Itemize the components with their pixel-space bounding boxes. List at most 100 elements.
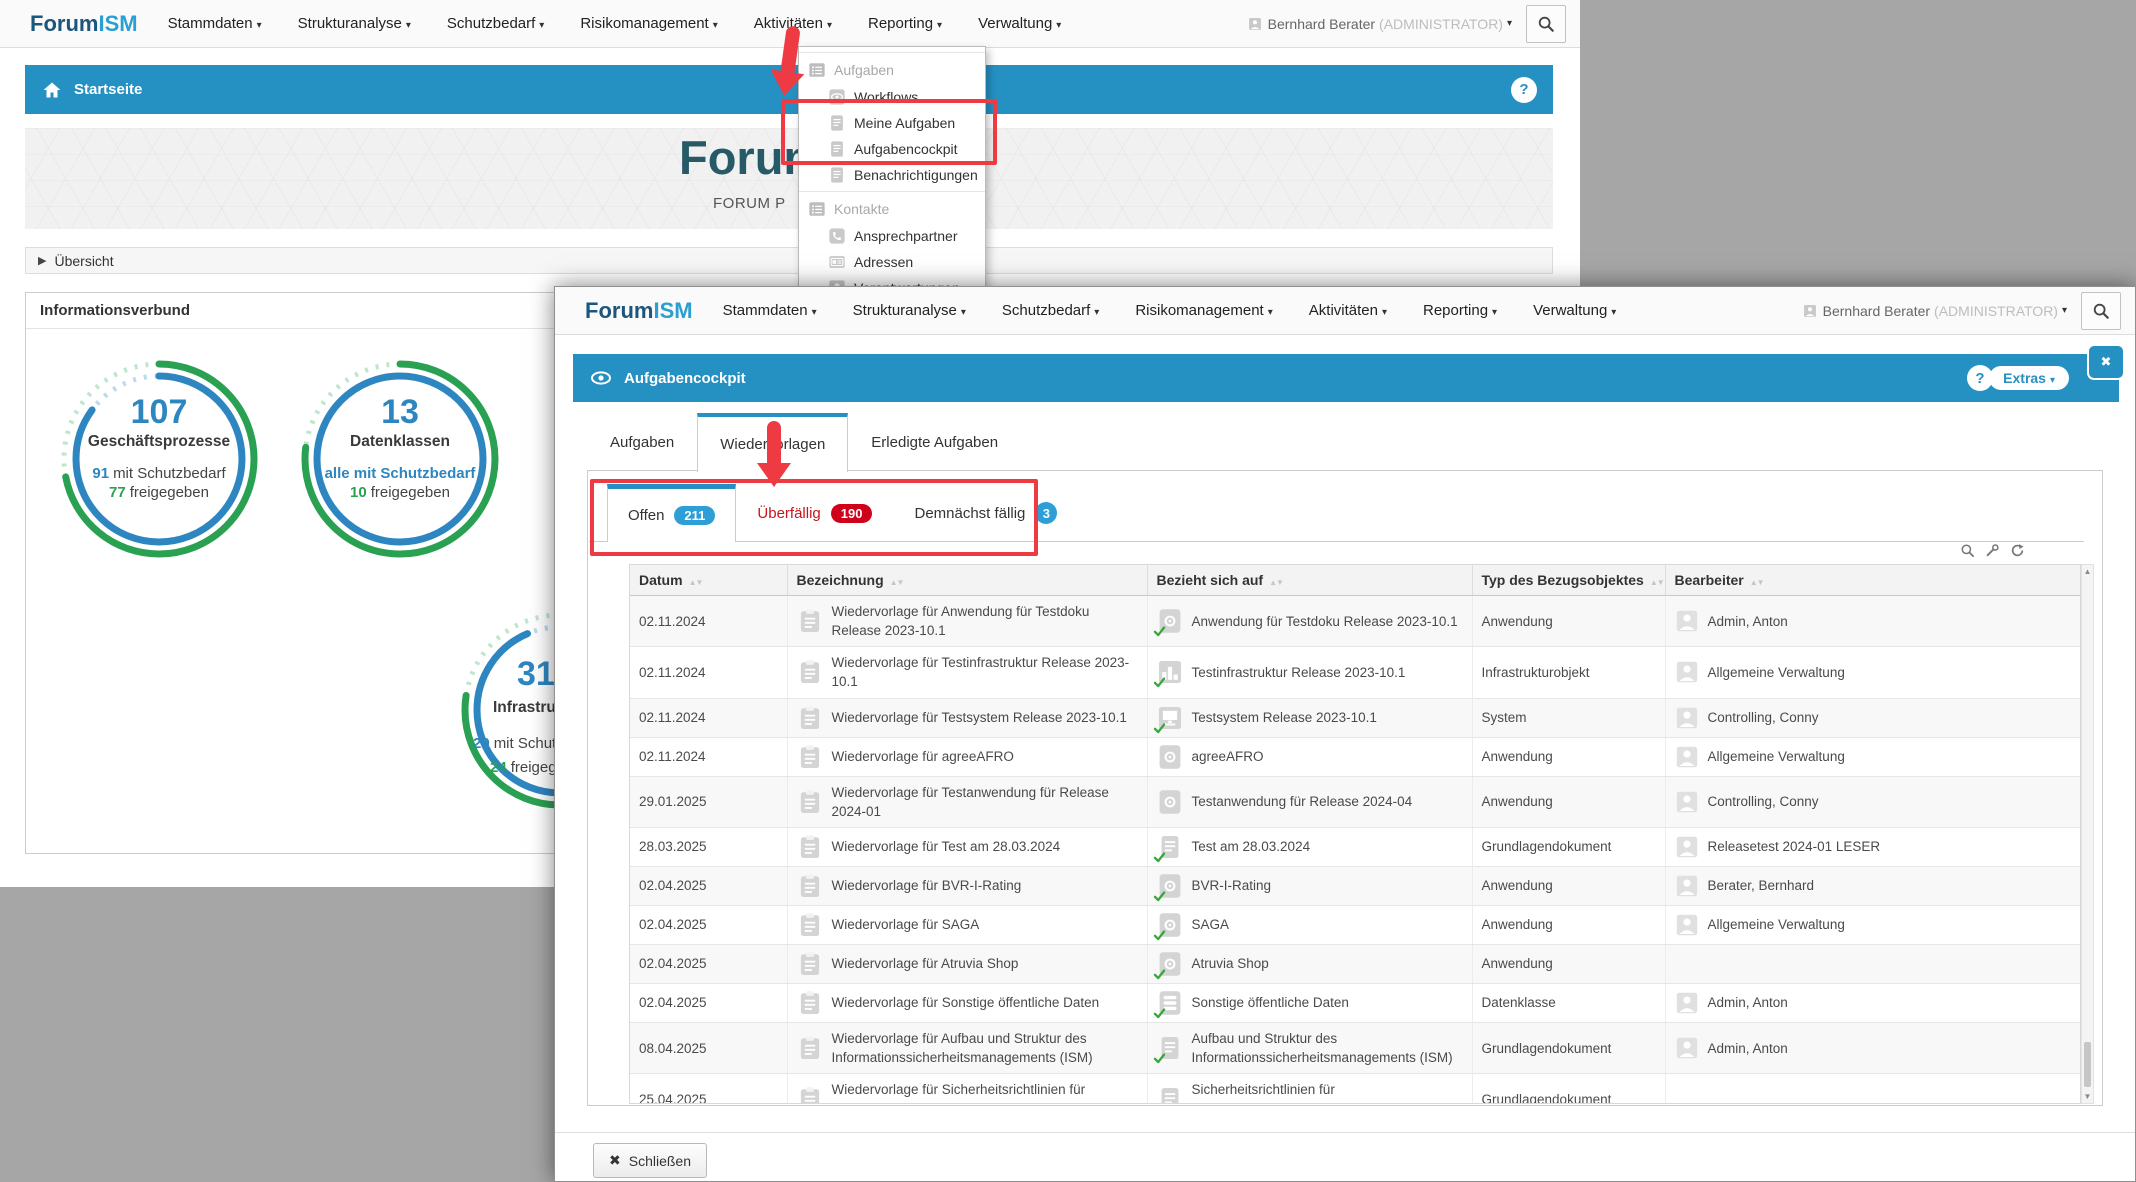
cell-datum: 28.03.2025: [630, 827, 787, 866]
table-row[interactable]: 28.03.2025 Wiedervorlage für Test am 28.…: [630, 827, 2080, 866]
sort-icons[interactable]: ▲▼: [1650, 578, 1664, 587]
cell-bezieht-sich-auf[interactable]: Anwendung für Testdoku Release 2023-10.1: [1147, 596, 1472, 647]
dropdown-menu-item[interactable]: Aufgaben: [799, 52, 985, 84]
cell-bezeichnung[interactable]: Wiedervorlage für Aufbau und Struktur de…: [787, 1022, 1147, 1073]
table-settings-wrench-icon[interactable]: [1985, 543, 2000, 558]
cell-bezieht-sich-auf[interactable]: Test am 28.03.2024: [1147, 827, 1472, 866]
column-header-bezeichnung[interactable]: Bezeichnung▲▼: [787, 565, 1147, 596]
nav-menu-item[interactable]: Stammdaten▾: [168, 15, 262, 32]
overview-toggle[interactable]: ▶ Übersicht: [25, 247, 1553, 274]
table-refresh-icon[interactable]: [2010, 543, 2025, 558]
search-button[interactable]: [2081, 292, 2121, 330]
donut-value: 13: [320, 395, 480, 431]
app-logo[interactable]: ForumISM: [30, 11, 138, 37]
nav-menu-item[interactable]: Stammdaten▾: [723, 302, 817, 319]
sort-icons[interactable]: ▲▼: [890, 578, 904, 587]
cell-typ: Anwendung: [1472, 776, 1665, 827]
donut-datenklassen[interactable]: 13 Datenklassen alle mit Schutzbedarf 10…: [300, 359, 500, 559]
cell-bezieht-sich-auf[interactable]: Testanwendung für Release 2024-04: [1147, 776, 1472, 827]
nav-menu-item[interactable]: Risikomanagement▾: [1135, 302, 1272, 319]
cell-bezeichnung[interactable]: Wiedervorlage für Test am 28.03.2024: [787, 827, 1147, 866]
cell-bezeichnung[interactable]: Wiedervorlage für SAGA: [787, 905, 1147, 944]
tab[interactable]: Aufgaben: [587, 413, 697, 471]
scrollbar-thumb[interactable]: [2084, 1042, 2091, 1087]
nav-menu-item[interactable]: Verwaltung▾: [978, 15, 1061, 32]
sort-icons[interactable]: ▲▼: [1750, 578, 1764, 587]
chevron-down-icon: ▾: [1382, 307, 1387, 318]
table-header-row: Datum▲▼ Bezeichnung▲▼ Bezieht sich auf▲▼…: [630, 565, 2080, 596]
tab[interactable]: Erledigte Aufgaben: [848, 413, 1021, 471]
dropdown-menu-item[interactable]: Kontakte: [799, 191, 985, 223]
cell-bezieht-sich-auf[interactable]: Testsystem Release 2023-10.1: [1147, 698, 1472, 737]
table-search-icon[interactable]: [1960, 543, 1975, 558]
cell-bearbeiter: [1665, 1074, 2080, 1104]
annotation-box-subtabs: [590, 479, 1038, 556]
column-header-bezieht-sich-auf[interactable]: Bezieht sich auf▲▼: [1147, 565, 1472, 596]
app-logo[interactable]: ForumISM: [585, 298, 693, 324]
nav-menu-item[interactable]: Strukturanalyse▾: [298, 15, 411, 32]
dropdown-menu-item[interactable]: Ansprechpartner: [799, 223, 985, 249]
search-button[interactable]: [1526, 5, 1566, 43]
table-row[interactable]: 02.04.2025 Wiedervorlage für Atruvia Sho…: [630, 944, 2080, 983]
table-row[interactable]: 02.11.2024 Wiedervorlage für Anwendung f…: [630, 596, 2080, 647]
cell-bezeichnung[interactable]: Wiedervorlage für Sonstige öffentliche D…: [787, 983, 1147, 1022]
cell-bezieht-sich-auf[interactable]: Atruvia Shop: [1147, 944, 1472, 983]
cell-bezeichnung[interactable]: Wiedervorlage für agreeAFRO: [787, 737, 1147, 776]
cell-bezeichnung[interactable]: Wiedervorlage für Testanwendung für Rele…: [787, 776, 1147, 827]
cell-datum: 02.11.2024: [630, 596, 787, 647]
person-icon: [1675, 790, 1699, 814]
nav-menu-item[interactable]: Risikomanagement▾: [580, 15, 717, 32]
nav-menu-item[interactable]: Schutzbedarf▾: [1002, 302, 1099, 319]
nav-menu-item[interactable]: Strukturanalyse▾: [853, 302, 966, 319]
nav-menu-item[interactable]: Reporting▾: [868, 15, 942, 32]
table-row[interactable]: 08.04.2025 Wiedervorlage für Aufbau und …: [630, 1022, 2080, 1073]
cell-bezieht-sich-auf[interactable]: Aufbau und Struktur des Informationssich…: [1147, 1022, 1472, 1073]
column-header-typ[interactable]: Typ des Bezugsobjektes▲▼: [1472, 565, 1665, 596]
nav-menu-item[interactable]: Reporting▾: [1423, 302, 1497, 319]
nav-menu-item[interactable]: Schutzbedarf▾: [447, 15, 544, 32]
table-row[interactable]: 29.01.2025 Wiedervorlage für Testanwendu…: [630, 776, 2080, 827]
dropdown-menu-item[interactable]: Benachrichtigungen: [799, 162, 985, 188]
user-menu[interactable]: Bernhard Berater(ADMINISTRATOR) ▾: [1248, 16, 1512, 32]
cell-bezeichnung[interactable]: Wiedervorlage für Atruvia Shop: [787, 944, 1147, 983]
cell-bezieht-sich-auf[interactable]: Testinfrastruktur Release 2023-10.1: [1147, 647, 1472, 698]
cell-bezieht-sich-auf[interactable]: agreeAFRO: [1147, 737, 1472, 776]
cell-bezeichnung[interactable]: Wiedervorlage für Testinfrastruktur Rele…: [787, 647, 1147, 698]
wiedervorlagen-table: Datum▲▼ Bezeichnung▲▼ Bezieht sich auf▲▼…: [629, 564, 2081, 1104]
column-header-bearbeiter[interactable]: Bearbeiter▲▼: [1665, 565, 2080, 596]
user-menu[interactable]: Bernhard Berater(ADMINISTRATOR) ▾: [1803, 303, 2067, 319]
table-row[interactable]: 02.04.2025 Wiedervorlage für SAGA SAGA: [630, 905, 2080, 944]
help-button[interactable]: ?: [1511, 77, 1537, 103]
close-dialog-button[interactable]: ✖: [2087, 344, 2125, 380]
cell-bezieht-sich-auf[interactable]: BVR-I-Rating: [1147, 866, 1472, 905]
chevron-down-icon: ▾: [539, 20, 544, 31]
sort-icons[interactable]: ▲▼: [1269, 578, 1283, 587]
scroll-up-icon[interactable]: ▲: [2082, 567, 2093, 576]
table-row[interactable]: 25.04.2025 Wiedervorlage für Sicherheits…: [630, 1074, 2080, 1104]
extras-button[interactable]: Extras▾: [1989, 366, 2069, 390]
table-row[interactable]: 02.11.2024 Wiedervorlage für Testinfrast…: [630, 647, 2080, 698]
schliessen-button[interactable]: ✖ Schließen: [593, 1143, 707, 1178]
table-row[interactable]: 02.11.2024 Wiedervorlage für agreeAFRO a…: [630, 737, 2080, 776]
scroll-down-icon[interactable]: ▼: [2082, 1092, 2093, 1101]
cell-bearbeiter: Controlling, Conny: [1665, 776, 2080, 827]
table-row[interactable]: 02.11.2024 Wiedervorlage für Testsystem …: [630, 698, 2080, 737]
cell-bearbeiter: Admin, Anton: [1665, 1022, 2080, 1073]
table-row[interactable]: 02.04.2025 Wiedervorlage für Sonstige öf…: [630, 983, 2080, 1022]
cell-bezeichnung[interactable]: Wiedervorlage für Anwendung für Testdoku…: [787, 596, 1147, 647]
donut-geschaeftsprozesse[interactable]: 107 Geschäftsprozesse 91mit Schutzbedarf…: [59, 359, 259, 559]
sort-icons[interactable]: ▲▼: [689, 578, 703, 587]
cell-bezeichnung[interactable]: Wiedervorlage für Sicherheitsrichtlinien…: [787, 1074, 1147, 1104]
table-row[interactable]: 02.04.2025 Wiedervorlage für BVR-I-Ratin…: [630, 866, 2080, 905]
nav-menu-item[interactable]: Verwaltung▾: [1533, 302, 1616, 319]
dropdown-menu-item[interactable]: Adressen: [799, 249, 985, 275]
cell-bezeichnung[interactable]: Wiedervorlage für Testsystem Release 202…: [787, 698, 1147, 737]
cell-bezeichnung[interactable]: Wiedervorlage für BVR-I-Rating: [787, 866, 1147, 905]
cell-bezieht-sich-auf[interactable]: Sicherheitsrichtlinien für Internetzahlu…: [1147, 1074, 1472, 1104]
cell-bezieht-sich-auf[interactable]: SAGA: [1147, 905, 1472, 944]
column-header-datum[interactable]: Datum▲▼: [630, 565, 787, 596]
nav-menu-item[interactable]: Aktivitäten▾: [1309, 302, 1387, 319]
cell-bearbeiter: Admin, Anton: [1665, 983, 2080, 1022]
table-scrollbar[interactable]: ▲ ▼: [2081, 564, 2094, 1104]
cell-bezieht-sich-auf[interactable]: Sonstige öffentliche Daten: [1147, 983, 1472, 1022]
